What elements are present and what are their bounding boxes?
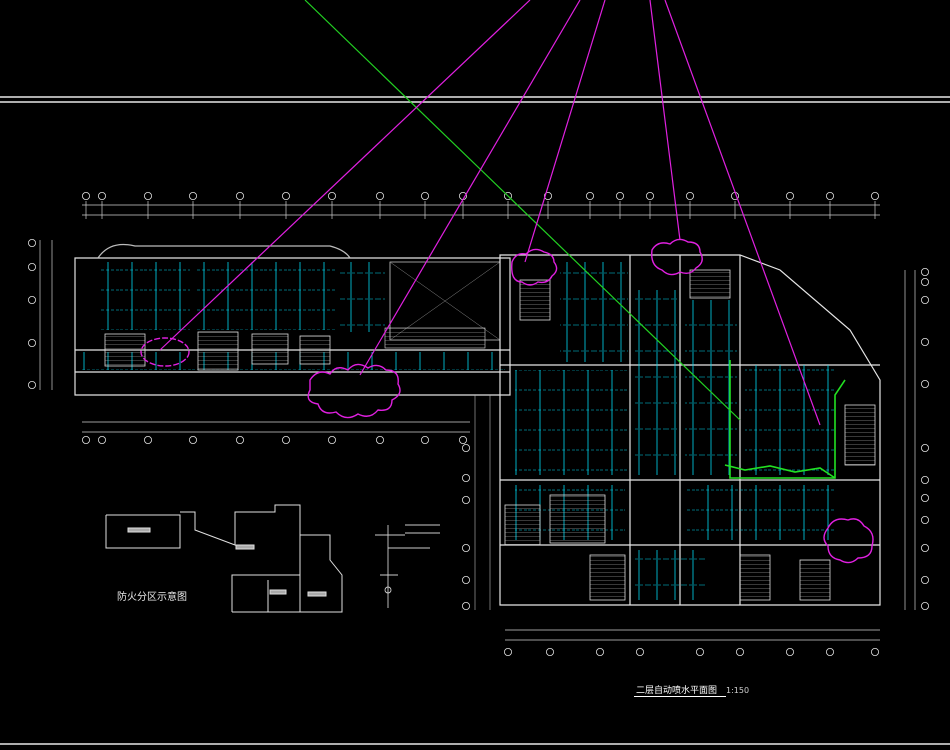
cad-drawing-canvas[interactable]	[0, 0, 950, 750]
plan-title: 二层自动喷水平面图	[636, 686, 718, 696]
axis-bubble-icon	[461, 495, 470, 504]
sprinkler-zone-east-e	[745, 365, 835, 475]
axis-bubble-icon	[235, 435, 244, 444]
axis-bubble-icon	[27, 295, 36, 304]
axis-bubble-icon	[921, 516, 930, 525]
axis-bubble-icon	[616, 191, 625, 200]
axis-bubble-icon	[503, 648, 512, 657]
axis-bubble-icon	[921, 267, 930, 276]
axis-bubble-icon	[143, 191, 152, 200]
top-axis-bubbles	[82, 191, 880, 200]
axis-bubble-icon	[27, 238, 36, 247]
sprinkler-zone-east-c	[635, 290, 677, 475]
axis-bubble-icon	[646, 191, 655, 200]
lower-left-dimension-chain	[82, 421, 470, 433]
axis-bubble-icon	[636, 648, 645, 657]
top-dimension-chain	[82, 201, 880, 219]
axis-bubble-icon	[235, 191, 244, 200]
axis-bubble-icon	[826, 191, 835, 200]
right-axis-bubbles	[921, 267, 930, 611]
axis-bubble-icon	[921, 475, 930, 484]
plan-scale: 1:150	[726, 686, 750, 695]
axis-bubble-icon	[458, 435, 467, 444]
axis-bubble-icon	[596, 648, 605, 657]
axis-bubble-icon	[461, 602, 470, 611]
axis-bubble-icon	[461, 443, 470, 452]
sprinkler-zone-east-b	[515, 370, 627, 475]
south-annotations	[474, 395, 491, 610]
axis-bubble-icon	[327, 435, 336, 444]
bottom-dimension-chain	[505, 629, 880, 641]
sprinkler-zone-east-g	[685, 485, 835, 540]
axis-bubble-icon	[786, 191, 795, 200]
axis-bubble-icon	[420, 191, 429, 200]
axis-bubble-icon	[27, 338, 36, 347]
axis-bubble-icon	[546, 648, 555, 657]
axis-bubble-icon	[420, 435, 429, 444]
sprinkler-zone-west-b	[195, 262, 335, 330]
sprinkler-zone-west-c	[340, 262, 385, 332]
axis-bubble-icon	[82, 191, 91, 200]
axis-bubble-icon	[686, 191, 695, 200]
lower-left-axis-bubbles	[82, 435, 467, 444]
axis-bubble-icon	[375, 191, 384, 200]
left-axis-bubbles	[27, 238, 36, 389]
axis-bubble-icon	[921, 576, 930, 585]
axis-bubble-icon	[143, 435, 152, 444]
left-dimension-chain	[39, 240, 53, 390]
axis-bubble-icon	[871, 648, 880, 657]
axis-bubble-icon	[27, 380, 36, 389]
axis-bubble-icon	[461, 473, 470, 482]
sprinkler-zone-east-h	[635, 550, 705, 600]
axis-bubble-icon	[786, 648, 795, 657]
revision-cloud-icon[interactable]	[651, 238, 703, 276]
axis-bubble-icon	[826, 648, 835, 657]
axis-bubble-icon	[921, 544, 930, 553]
bottom-axis-bubbles	[503, 648, 880, 657]
axis-bubble-icon	[586, 191, 595, 200]
axis-bubble-icon	[188, 191, 197, 200]
fire-zone-caption: 防火分区示意图	[117, 592, 187, 603]
axis-bubble-icon	[921, 295, 930, 304]
axis-bubble-icon	[461, 544, 470, 553]
axis-bubble-icon	[281, 191, 290, 200]
axis-bubble-icon	[27, 262, 36, 271]
axis-bubble-icon	[921, 443, 930, 452]
plan-title-underline	[634, 696, 726, 697]
riser-detail	[375, 524, 440, 608]
axis-bubble-icon	[98, 435, 107, 444]
axis-bubble-icon	[921, 602, 930, 611]
axis-bubble-icon	[736, 648, 745, 657]
sprinkler-zone-west-a	[100, 262, 190, 330]
axis-bubble-icon	[696, 648, 705, 657]
axis-bubble-icon	[921, 379, 930, 388]
axis-bubble-icon	[82, 435, 91, 444]
axis-bubble-icon	[921, 277, 930, 286]
axis-bubble-icon	[871, 191, 880, 200]
axis-bubble-icon	[461, 576, 470, 585]
axis-bubble-icon	[188, 435, 197, 444]
axis-bubble-icon	[921, 337, 930, 346]
axis-bubble-icon	[98, 191, 107, 200]
axis-bubble-icon	[327, 191, 336, 200]
lower-left-column-bubbles	[461, 443, 470, 611]
axis-bubble-icon	[281, 435, 290, 444]
sprinkler-zone-east-a	[560, 262, 628, 362]
axis-bubble-icon	[375, 435, 384, 444]
right-dimension-chain	[904, 270, 916, 610]
axis-bubble-icon	[921, 493, 930, 502]
